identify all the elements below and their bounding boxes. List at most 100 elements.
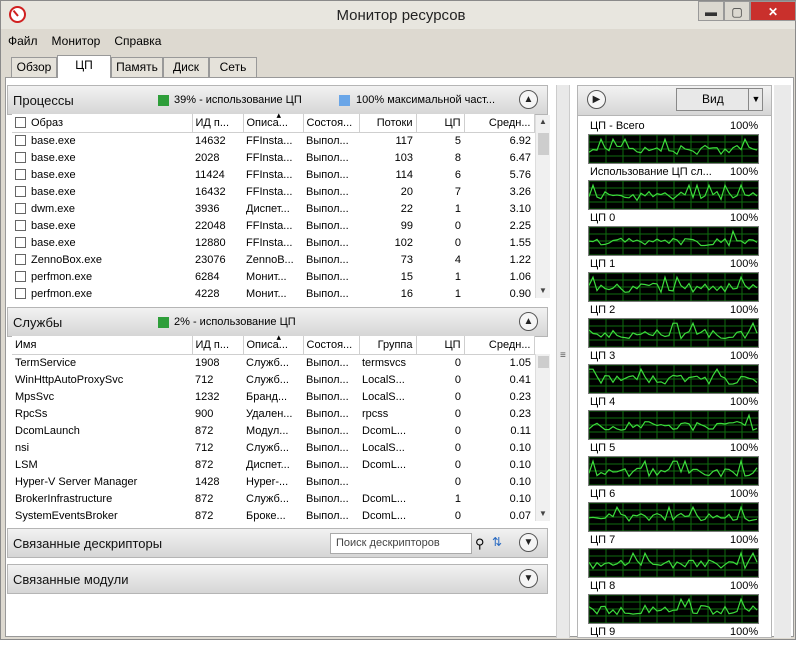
table-row[interactable]: nsi 712 Служб... Выпол... LocalS... 0 0.10 <box>12 439 534 456</box>
column-header[interactable]: ▴ Состоя... <box>277 110 360 133</box>
table-cell: Служб... <box>246 373 289 386</box>
graphs-scrollbar[interactable] <box>774 85 791 638</box>
table-row[interactable]: base.exe 11424 FFInsta... Выпол... 114 6 5.76 <box>12 166 534 183</box>
chevron-up-icon[interactable]: ▲ <box>519 90 538 109</box>
table-row[interactable]: perfmon.exe 6284 Монит... Выпол... 15 1 1.06 <box>12 268 534 285</box>
chevron-up-icon[interactable]: ▲ <box>519 312 538 331</box>
table-row[interactable]: BrokerInfrastructure 872 Служб... Выпол... D… <box>12 490 534 507</box>
table-row[interactable]: dwm.exe 3936 Диспет... Выпол... 22 1 3.10 <box>12 200 534 217</box>
column-header[interactable]: ИД п... <box>192 114 244 133</box>
table-cell: 12880 <box>195 236 226 249</box>
table-row[interactable]: SystemEventsBroker 872 Броке... Выпол... Dco… <box>12 507 534 524</box>
row-checkbox[interactable] <box>15 219 26 231</box>
row-checkbox[interactable] <box>15 270 26 282</box>
table-cell: 872 <box>195 424 214 437</box>
table-cell: 0 <box>454 236 461 249</box>
table-row[interactable]: LSM 872 Диспет... Выпол... DcomL... 0 0.10 <box>12 456 534 473</box>
refresh-icon[interactable]: ⇅ <box>492 535 502 549</box>
row-checkbox[interactable] <box>15 236 26 248</box>
menu-help[interactable]: Справка <box>107 31 168 51</box>
handles-header[interactable]: Связанные дескрипторы Поиск дескрипторов… <box>7 528 548 558</box>
column-header[interactable]: Средн... <box>464 336 535 355</box>
scroll-thumb[interactable] <box>538 356 549 368</box>
table-row[interactable]: RpcSs 900 Удален... Выпол... rpcss 0 0.23 <box>12 405 534 422</box>
cpu-usage-graph <box>588 226 759 256</box>
table-cell: 2028 <box>195 151 220 164</box>
table-cell: Диспет... <box>246 458 290 471</box>
table-cell: SystemEventsBroker <box>15 509 118 522</box>
column-header[interactable]: Описа... <box>243 336 304 355</box>
close-button[interactable]: ✕ <box>750 1 796 21</box>
table-cell: Служб... <box>246 356 289 369</box>
row-checkbox[interactable] <box>15 202 26 214</box>
table-cell: 0.10 <box>509 492 531 505</box>
table-cell: dwm.exe <box>12 200 192 217</box>
column-header[interactable]: Образ <box>12 114 193 133</box>
table-row[interactable]: base.exe 2028 FFInsta... Выпол... 103 8 6.47 <box>12 149 534 166</box>
table-cell: FFInsta... <box>246 236 293 249</box>
pane-splitter[interactable]: ≡ <box>556 85 570 638</box>
tab-cpu[interactable]: ЦП <box>57 55 111 78</box>
table-row[interactable]: base.exe 16432 FFInsta... Выпол... 20 7 3.26 <box>12 183 534 200</box>
table-row[interactable]: Hyper-V Server Manager 1428 Hyper-... Выпол… <box>12 473 534 490</box>
table-row[interactable]: base.exe 12880 FFInsta... Выпол... 102 0 1.55 <box>12 234 534 251</box>
menu-monitor[interactable]: Монитор <box>45 31 108 51</box>
table-cell: ZennoB... <box>246 253 294 266</box>
scroll-up-icon[interactable]: ▲ <box>536 115 550 129</box>
chevron-right-icon[interactable]: ▶ <box>587 90 606 109</box>
column-header[interactable]: ЦП <box>416 114 465 133</box>
row-checkbox[interactable] <box>15 168 26 180</box>
processes-scrollbar[interactable]: ▲ ▼ <box>535 115 550 298</box>
row-checkbox[interactable] <box>15 134 26 146</box>
table-row[interactable]: perfmon.exe 4228 Монит... Выпол... 16 1 0.90 <box>12 285 534 302</box>
column-header[interactable]: ИД п... <box>192 336 244 355</box>
select-all-checkbox[interactable] <box>15 116 26 128</box>
column-header[interactable]: Имя <box>12 336 193 355</box>
table-row[interactable]: ZennoBox.exe 23076 ZennoB... Выпол... 73 4 1.2… <box>12 251 534 268</box>
scroll-down-icon[interactable]: ▼ <box>536 284 550 298</box>
table-row[interactable]: TermService 1908 Служб... Выпол... termsvcs 0… <box>12 354 534 371</box>
tab-memory[interactable]: Память <box>111 57 163 77</box>
table-cell: 0.10 <box>509 458 531 471</box>
table-cell: perfmon.exe <box>12 268 192 285</box>
row-checkbox[interactable] <box>15 185 26 197</box>
table-cell: Выпол... <box>306 236 349 249</box>
row-checkbox[interactable] <box>15 151 26 163</box>
minimize-button[interactable]: ▬ <box>698 1 724 21</box>
table-row[interactable]: DcomLaunch 872 Модул... Выпол... DcomL... 0 0.… <box>12 422 534 439</box>
tab-disk[interactable]: Диск <box>163 57 209 77</box>
column-header[interactable]: Потоки <box>359 114 417 133</box>
row-checkbox[interactable] <box>15 253 26 265</box>
menu-file[interactable]: Файл <box>1 31 45 51</box>
column-header[interactable]: Описа... <box>243 114 304 133</box>
maximize-button[interactable]: ▢ <box>724 1 750 21</box>
title-bar[interactable]: Монитор ресурсов ▬ ▢ ✕ <box>1 1 796 29</box>
view-dropdown-arrow-icon[interactable]: ▼ <box>748 89 763 110</box>
table-cell: 0 <box>454 373 461 386</box>
table-row[interactable]: WinHttpAutoProxySvc 712 Служб... Выпол... Lo… <box>12 371 534 388</box>
table-cell: 0 <box>454 356 461 369</box>
row-checkbox[interactable] <box>15 287 26 299</box>
view-button[interactable]: Вид ▼ <box>676 88 763 111</box>
table-row[interactable]: base.exe 22048 FFInsta... Выпол... 99 0 2.25 <box>12 217 534 234</box>
chevron-down-icon[interactable]: ▼ <box>519 569 538 588</box>
table-row[interactable]: MpsSvc 1232 Бранд... Выпол... LocalS... 0 0.23 <box>12 388 534 405</box>
scroll-thumb[interactable] <box>538 133 549 155</box>
handles-search-input[interactable]: Поиск дескрипторов <box>330 533 472 554</box>
table-cell: 8 <box>454 151 461 164</box>
table-row[interactable]: base.exe 14632 FFInsta... Выпол... 117 5 6.92 <box>12 132 534 149</box>
column-header[interactable]: ЦП <box>416 336 465 355</box>
scroll-down-icon[interactable]: ▼ <box>536 507 550 521</box>
chevron-down-icon[interactable]: ▼ <box>519 533 538 552</box>
tab-network[interactable]: Сеть <box>209 57 257 77</box>
tab-overview[interactable]: Обзор <box>11 57 57 77</box>
search-icon[interactable]: ⚲ <box>475 536 485 552</box>
table-cell: 73 <box>400 253 413 266</box>
column-header[interactable]: Средн... <box>464 114 535 133</box>
modules-header[interactable]: Связанные модули ▼ <box>7 564 548 594</box>
column-header[interactable]: ▴ Состоя... <box>277 332 360 355</box>
column-header[interactable]: Группа <box>359 336 417 355</box>
table-cell: Hyper-V Server Manager <box>15 475 138 488</box>
services-scrollbar[interactable]: ▼ <box>535 354 550 521</box>
table-cell: DcomL... <box>362 458 407 471</box>
